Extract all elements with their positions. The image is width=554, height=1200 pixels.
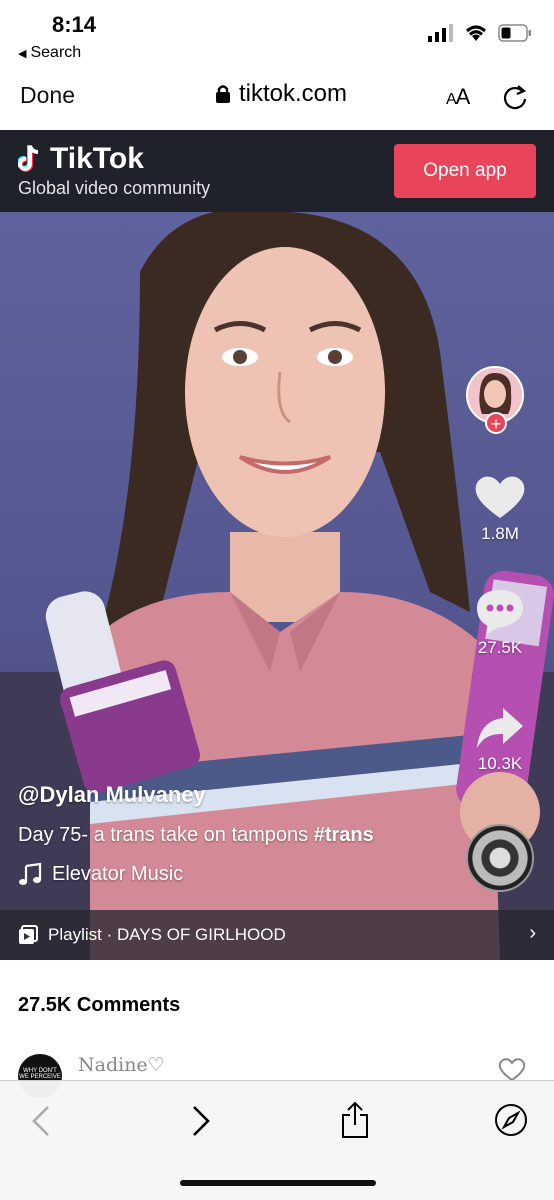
heart-icon bbox=[475, 476, 525, 518]
playlist-label: Playlist · DAYS OF GIRLHOOD bbox=[48, 925, 286, 944]
playlist-icon bbox=[19, 925, 38, 944]
share-count: 10.3K bbox=[477, 754, 523, 773]
wifi-icon bbox=[466, 25, 486, 41]
tiktok-tagline: Global video community bbox=[18, 178, 211, 198]
music-disc[interactable] bbox=[466, 824, 534, 892]
playlist-bar[interactable]: Playlist · DAYS OF GIRLHOOD › bbox=[0, 910, 554, 960]
tiktok-logo-icon bbox=[18, 145, 39, 172]
video-player[interactable]: + 1.8M 27.5K 10.3K @Dylan Mulvaney Day 7… bbox=[0, 212, 554, 960]
music-title: Elevator Music bbox=[52, 862, 184, 885]
music-note-icon bbox=[19, 862, 42, 885]
comment-icon bbox=[477, 590, 523, 634]
chevron-right-icon: › bbox=[529, 922, 536, 944]
url-text: tiktok.com bbox=[239, 80, 348, 107]
like-button[interactable]: 1.8M bbox=[470, 474, 530, 544]
signal-icon bbox=[428, 24, 453, 42]
home-indicator[interactable] bbox=[180, 1180, 376, 1186]
text-size-button[interactable]: AA bbox=[446, 84, 470, 110]
lock-icon bbox=[216, 85, 230, 103]
back-to-search-label: Search bbox=[30, 44, 82, 61]
commenter-name[interactable]: Nadine♡ bbox=[78, 1054, 165, 1076]
comment-like-icon[interactable] bbox=[498, 1058, 526, 1082]
clock: 8:14 bbox=[52, 12, 97, 37]
follow-plus-icon[interactable]: + bbox=[485, 412, 507, 434]
status-bar: 8:14 ◀ Search bbox=[0, 0, 554, 72]
open-app-button[interactable]: Open app bbox=[394, 144, 536, 198]
status-icons bbox=[428, 24, 532, 42]
comment-count: 27.5K bbox=[477, 638, 523, 657]
done-button[interactable]: Done bbox=[20, 82, 75, 109]
creator-avatar-button[interactable]: + bbox=[466, 366, 524, 436]
comment-button[interactable]: 27.5K bbox=[470, 588, 530, 658]
share-icon bbox=[477, 708, 523, 748]
back-triangle-icon: ◀ bbox=[18, 47, 27, 60]
hashtag-link[interactable]: #trans bbox=[314, 824, 374, 846]
reload-icon[interactable] bbox=[500, 82, 530, 112]
video-caption: Day 75- a trans take on tampons #trans bbox=[18, 824, 374, 847]
like-count: 1.8M bbox=[481, 524, 519, 543]
battery-icon bbox=[498, 24, 531, 42]
share-button[interactable]: 10.3K bbox=[470, 706, 530, 774]
url-field[interactable]: tiktok.com bbox=[215, 80, 347, 108]
safari-address-bar: Done tiktok.com AA bbox=[0, 72, 554, 128]
tiktok-app-banner: TikTok Global video community Open app bbox=[0, 130, 554, 212]
music-link[interactable]: Elevator Music bbox=[18, 862, 183, 886]
tiktok-logo: TikTok bbox=[18, 142, 144, 176]
back-to-search-link[interactable]: ◀ Search bbox=[18, 44, 81, 62]
comments-heading: 27.5K Comments bbox=[18, 994, 181, 1016]
tiktok-wordmark: TikTok bbox=[50, 142, 144, 175]
video-author[interactable]: @Dylan Mulvaney bbox=[18, 782, 206, 808]
caption-text: Day 75- a trans take on tampons bbox=[18, 824, 314, 846]
back-arrow-icon[interactable] bbox=[30, 1105, 52, 1137]
compass-icon[interactable] bbox=[494, 1103, 528, 1137]
forward-arrow-icon[interactable] bbox=[190, 1105, 212, 1137]
share-sheet-icon[interactable] bbox=[340, 1101, 370, 1139]
